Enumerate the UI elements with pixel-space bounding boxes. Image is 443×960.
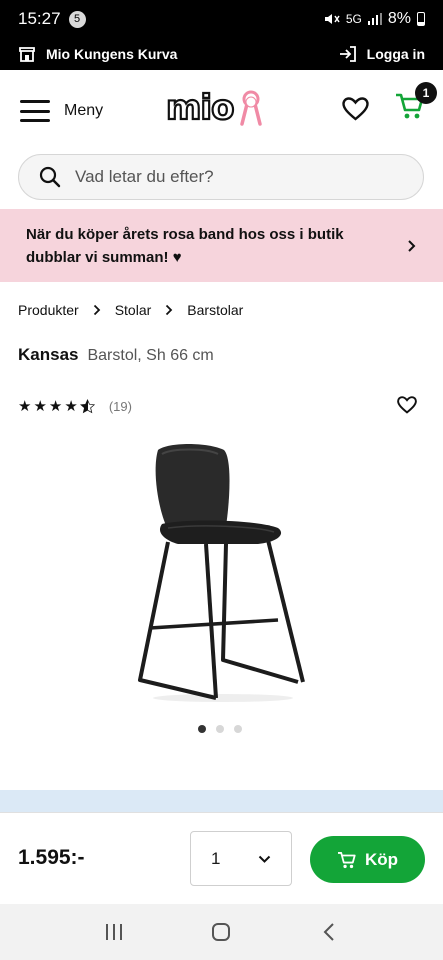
promo-banner[interactable]: När du köper årets rosa band hos oss i b…	[0, 209, 443, 282]
star-full-icon: ★	[48, 398, 63, 415]
breadcrumb-produkter[interactable]: Produkter	[18, 302, 79, 318]
chevron-down-icon	[258, 855, 271, 863]
mio-logo[interactable]: mio	[165, 88, 263, 128]
product-rating[interactable]: ★ ★ ★ ★ (19)	[18, 397, 132, 415]
quantity-select[interactable]: 1	[190, 831, 292, 886]
battery-icon	[417, 12, 425, 26]
carousel-dot-1[interactable]	[198, 725, 206, 733]
buy-label: Köp	[364, 849, 399, 869]
product-price: 1.595:-	[18, 846, 85, 869]
store-selector[interactable]: Mio Kungens Kurva	[18, 46, 177, 62]
hamburger-icon	[20, 100, 50, 122]
cart-icon	[337, 851, 356, 868]
logo-text: mio	[165, 88, 236, 128]
carousel-dot-2[interactable]	[216, 725, 224, 733]
pink-ribbon-icon	[240, 90, 263, 126]
cart-button[interactable]: 1	[395, 82, 437, 125]
chevron-right-icon	[166, 304, 173, 316]
star-half-icon	[79, 398, 95, 413]
cart-count-badge: 1	[415, 82, 437, 104]
image-carousel-dots	[198, 725, 242, 733]
notification-badge: 5	[68, 10, 86, 28]
home-button[interactable]	[201, 912, 241, 952]
search-bar[interactable]	[18, 154, 424, 200]
star-full-icon: ★	[33, 398, 47, 415]
login-label: Logga in	[366, 46, 425, 62]
status-icons: 5G 8%	[324, 10, 425, 28]
add-to-wishlist-heart-icon[interactable]	[397, 396, 417, 414]
header-actions: 1	[342, 82, 437, 125]
status-bar: 15:27 5 5G 8%	[0, 0, 443, 38]
battery-percent: 8%	[387, 10, 411, 27]
breadcrumb-stolar[interactable]: Stolar	[115, 302, 152, 318]
quantity-value: 1	[211, 848, 221, 868]
product-title: Kansas Barstol, Sh 66 cm	[18, 345, 214, 365]
product-image-barstool[interactable]	[128, 440, 318, 706]
breadcrumb-barstolar[interactable]: Barstolar	[187, 302, 243, 318]
status-time: 15:27	[18, 9, 61, 28]
breadcrumb: Produkter Stolar Barstolar	[18, 302, 243, 318]
menu-label: Meny	[64, 102, 104, 119]
back-button[interactable]	[309, 912, 349, 952]
wishlist-heart-icon[interactable]	[342, 96, 369, 121]
star-full-icon: ★	[64, 398, 78, 415]
login-link[interactable]: Logga in	[339, 46, 425, 62]
search-input[interactable]	[75, 167, 375, 187]
info-strip	[0, 790, 443, 814]
product-description: Barstol, Sh 66 cm	[87, 347, 214, 364]
promo-text: När du köper årets rosa band hos oss i b…	[26, 225, 344, 266]
carousel-dot-3[interactable]	[234, 725, 242, 733]
signal-icon	[367, 13, 382, 25]
chevron-right-icon	[93, 304, 100, 316]
buy-bar: 1.595:- 1 Köp	[0, 812, 443, 904]
mute-icon	[324, 14, 340, 24]
site-header: Meny mio 1	[0, 70, 443, 152]
star-full-icon: ★	[18, 398, 32, 415]
product-name: Kansas	[18, 345, 79, 364]
review-count: (19)	[108, 398, 132, 414]
search-icon	[39, 166, 61, 188]
buy-button[interactable]: Köp	[310, 836, 425, 883]
system-nav-bar	[0, 904, 443, 960]
network-5g-icon: 5G	[345, 12, 362, 26]
store-bar: Mio Kungens Kurva Logga in	[0, 38, 443, 70]
home-icon	[212, 923, 231, 941]
login-icon	[339, 46, 356, 62]
chevron-right-icon	[408, 239, 416, 252]
store-icon	[19, 47, 35, 62]
recent-apps-button[interactable]	[94, 912, 134, 952]
back-icon	[323, 923, 334, 941]
store-name: Mio Kungens Kurva	[46, 46, 178, 62]
recent-apps-icon	[105, 924, 122, 940]
menu-button[interactable]: Meny	[20, 100, 103, 122]
